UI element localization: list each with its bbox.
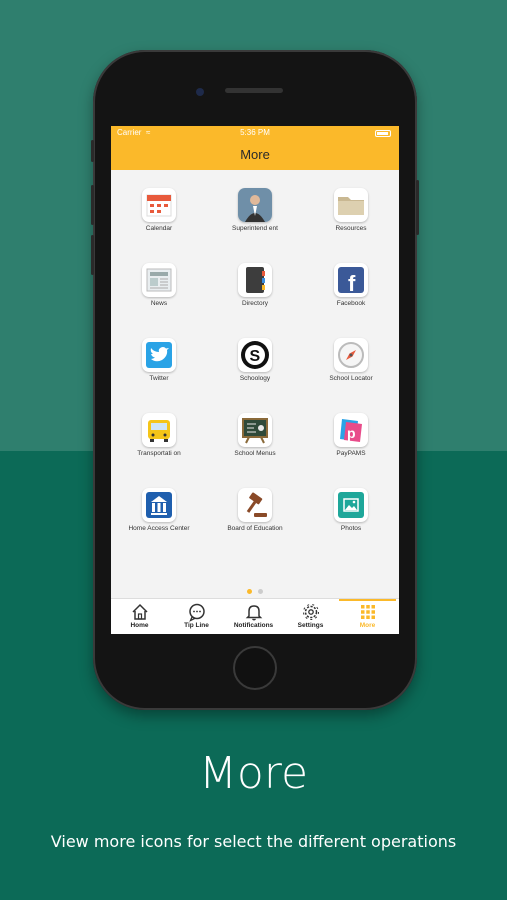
tile-school-menus[interactable]: School Menus bbox=[215, 413, 295, 459]
tab-label: Home bbox=[130, 622, 149, 629]
tile-schoology[interactable]: S Schoology bbox=[215, 338, 295, 384]
folder-icon bbox=[334, 188, 368, 222]
tile-label: School Menus bbox=[234, 450, 276, 457]
tile-label: Twitter bbox=[149, 375, 169, 382]
tile-directory[interactable]: Directory bbox=[215, 263, 295, 309]
status-time: 5:36 PM bbox=[240, 128, 270, 137]
facebook-icon: f bbox=[334, 263, 368, 297]
tile-label: Transportati on bbox=[137, 450, 181, 457]
chat-bubble-icon bbox=[168, 602, 225, 622]
tab-more[interactable]: More bbox=[339, 599, 396, 634]
page-dot-2[interactable] bbox=[258, 589, 263, 594]
tile-news[interactable]: News bbox=[119, 263, 199, 309]
svg-text:S: S bbox=[250, 348, 261, 365]
bell-icon bbox=[225, 602, 282, 622]
tile-school-locator[interactable]: School Locator bbox=[311, 338, 391, 384]
tile-label: Directory bbox=[241, 300, 268, 307]
tile-label: Resources bbox=[335, 225, 367, 232]
tab-label: More bbox=[359, 622, 376, 629]
power-button bbox=[416, 180, 419, 235]
tab-tip-line[interactable]: Tip Line bbox=[168, 599, 225, 634]
page-title: More bbox=[240, 147, 270, 162]
speaker-grille bbox=[225, 88, 283, 93]
tile-photos[interactable]: Photos bbox=[311, 488, 391, 534]
tile-label: School Locator bbox=[329, 375, 373, 382]
tab-label: Tip Line bbox=[184, 622, 209, 629]
calendar-icon bbox=[142, 188, 176, 222]
tile-calendar[interactable]: Calendar bbox=[119, 188, 199, 234]
nav-bar: More bbox=[111, 140, 399, 170]
mute-switch bbox=[91, 140, 94, 162]
tile-facebook[interactable]: f Facebook bbox=[311, 263, 391, 309]
school-bus-icon bbox=[142, 413, 176, 447]
caption-subtitle: View more icons for select the different… bbox=[50, 832, 457, 851]
tile-label: Photos bbox=[340, 525, 362, 532]
tile-label: Superintend ent bbox=[232, 225, 278, 232]
caption-title: More bbox=[198, 748, 309, 799]
home-icon bbox=[111, 602, 168, 622]
schoology-icon: S bbox=[238, 338, 272, 372]
tile-label: News bbox=[150, 300, 168, 307]
tile-superintendent[interactable]: Superintend ent bbox=[215, 188, 295, 234]
page-indicator bbox=[111, 581, 399, 599]
tile-resources[interactable]: Resources bbox=[311, 188, 391, 234]
camera-icon bbox=[196, 88, 204, 96]
grid-icon bbox=[339, 602, 396, 622]
tile-label: Facebook bbox=[336, 300, 366, 307]
tab-label: Notifications bbox=[233, 622, 274, 629]
svg-text:p: p bbox=[347, 425, 356, 441]
status-bar: Carrier ≈ 5:36 PM bbox=[111, 126, 399, 140]
compass-icon bbox=[334, 338, 368, 372]
tile-board-of-education[interactable]: Board of Education bbox=[215, 488, 295, 534]
phone-frame: Carrier ≈ 5:36 PM More Calendar Superint… bbox=[91, 50, 419, 710]
battery-icon bbox=[375, 130, 391, 137]
tab-home[interactable]: Home bbox=[111, 599, 168, 634]
tab-notifications[interactable]: Notifications bbox=[225, 599, 282, 634]
home-access-icon bbox=[142, 488, 176, 522]
gear-icon bbox=[282, 602, 339, 622]
tab-label: Settings bbox=[297, 622, 324, 629]
tile-home-access-center[interactable]: Home Access Center bbox=[119, 488, 199, 534]
superintendent-photo bbox=[238, 188, 272, 222]
directory-book-icon bbox=[238, 263, 272, 297]
tile-twitter[interactable]: Twitter bbox=[119, 338, 199, 384]
tab-settings[interactable]: Settings bbox=[282, 599, 339, 634]
tile-label: Calendar bbox=[145, 225, 173, 232]
menu-board-icon bbox=[238, 413, 272, 447]
svg-text:f: f bbox=[348, 271, 356, 296]
gavel-icon bbox=[238, 488, 272, 522]
page-dot-1[interactable] bbox=[247, 589, 252, 594]
twitter-icon bbox=[142, 338, 176, 372]
photos-icon bbox=[334, 488, 368, 522]
tile-transportation[interactable]: Transportati on bbox=[119, 413, 199, 459]
paypams-icon: p bbox=[334, 413, 368, 447]
newspaper-icon bbox=[142, 263, 176, 297]
phone-screen: Carrier ≈ 5:36 PM More Calendar Superint… bbox=[111, 126, 399, 634]
volume-up-button bbox=[91, 185, 94, 225]
volume-down-button bbox=[91, 235, 94, 275]
tab-bar: Home Tip Line Notifications Settings Mor… bbox=[111, 598, 399, 634]
tile-paypams[interactable]: p PayPAMS bbox=[311, 413, 391, 459]
home-button[interactable] bbox=[233, 646, 277, 690]
tile-label: Home Access Center bbox=[128, 525, 190, 532]
tile-label: PayPAMS bbox=[336, 450, 366, 457]
tile-label: Board of Education bbox=[227, 525, 283, 532]
tile-label: Schoology bbox=[239, 375, 271, 382]
